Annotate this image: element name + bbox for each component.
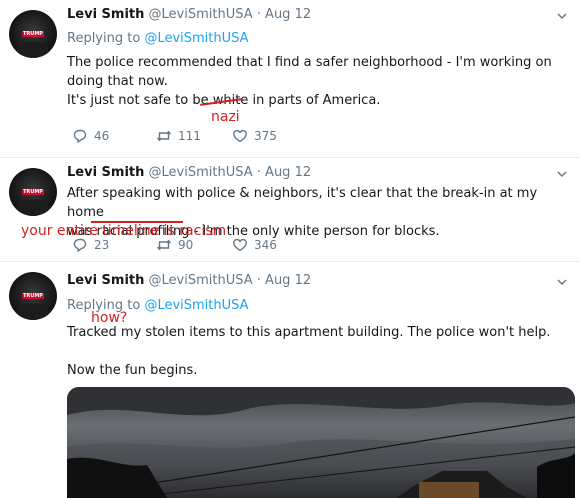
like-count: 346 bbox=[254, 238, 277, 252]
display-name[interactable]: Levi Smith bbox=[67, 165, 144, 180]
retweet-icon bbox=[156, 130, 172, 142]
replying-to-link[interactable]: @LeviSmithUSA bbox=[144, 31, 248, 46]
avatar[interactable]: TRUMP bbox=[9, 10, 57, 58]
tweet-header: Levi Smith @LeviSmithUSA · Aug 12 bbox=[67, 165, 312, 180]
retweet-count: 90 bbox=[178, 238, 194, 252]
reply-icon bbox=[73, 129, 87, 143]
display-name[interactable]: Levi Smith bbox=[67, 7, 144, 22]
reply-button[interactable]: 23 bbox=[72, 237, 109, 253]
user-handle[interactable]: @LeviSmithUSA bbox=[149, 7, 253, 22]
reply-count: 23 bbox=[94, 238, 110, 252]
like-icon bbox=[233, 238, 247, 252]
retweet-button[interactable]: 111 bbox=[156, 128, 201, 144]
tweet-photo[interactable] bbox=[67, 387, 575, 498]
tweet-header: Levi Smith @LeviSmithUSA · Aug 12 bbox=[67, 7, 312, 22]
like-icon bbox=[233, 129, 247, 143]
avatar-badge-text: TRUMP bbox=[23, 31, 43, 37]
like-count: 375 bbox=[254, 129, 277, 143]
photo-scene bbox=[67, 387, 575, 498]
like-button[interactable]: 346 bbox=[232, 237, 277, 253]
tweet-date[interactable]: Aug 12 bbox=[265, 7, 311, 22]
replying-to: Replying to @LeviSmithUSA bbox=[67, 31, 249, 46]
avatar[interactable]: TRUMP bbox=[9, 168, 57, 216]
caret-down-icon[interactable] bbox=[556, 276, 568, 288]
retweet-button[interactable]: 90 bbox=[156, 237, 193, 253]
annotation-timeline: your entire timeline is racism bbox=[21, 223, 227, 239]
display-name[interactable]: Levi Smith bbox=[67, 273, 144, 288]
retweet-count: 111 bbox=[178, 129, 201, 143]
tweet-text: Tracked my stolen items to this apartmen… bbox=[67, 325, 551, 378]
tweet-text: The police recommended that I find a saf… bbox=[67, 55, 552, 108]
caret-down-icon[interactable] bbox=[556, 168, 568, 180]
replying-to-link[interactable]: @LeviSmithUSA bbox=[144, 298, 248, 313]
tweet-1[interactable]: TRUMP Levi Smith @LeviSmithUSA · Aug 12 … bbox=[0, 0, 580, 158]
like-button[interactable]: 375 bbox=[232, 128, 277, 144]
tweet-2[interactable]: TRUMP Levi Smith @LeviSmithUSA · Aug 12 … bbox=[0, 158, 580, 262]
annotation-nazi: nazi bbox=[211, 109, 240, 125]
tweet-header: Levi Smith @LeviSmithUSA · Aug 12 bbox=[67, 273, 312, 288]
tweet-date[interactable]: Aug 12 bbox=[265, 273, 311, 288]
user-handle[interactable]: @LeviSmithUSA bbox=[149, 165, 253, 180]
caret-down-icon[interactable] bbox=[556, 10, 568, 22]
reply-button[interactable]: 46 bbox=[72, 128, 109, 144]
reply-icon bbox=[73, 238, 87, 252]
tweet-date[interactable]: Aug 12 bbox=[265, 165, 311, 180]
retweet-icon bbox=[156, 239, 172, 251]
reply-count: 46 bbox=[94, 129, 110, 143]
user-handle[interactable]: @LeviSmithUSA bbox=[149, 273, 253, 288]
annotation-how: how? bbox=[91, 310, 128, 326]
avatar[interactable]: TRUMP bbox=[9, 272, 57, 320]
